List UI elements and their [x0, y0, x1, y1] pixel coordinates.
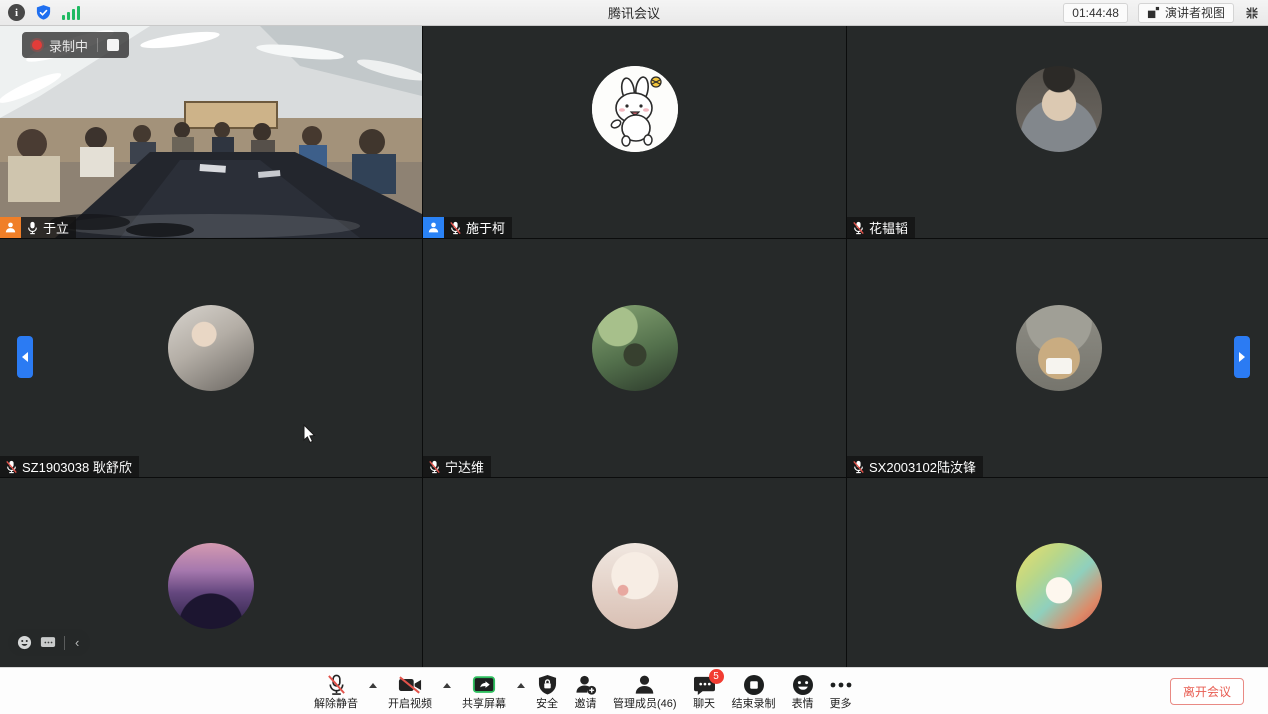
collapse-chevron-icon[interactable]: ‹: [73, 636, 81, 649]
manage-members-button[interactable]: 管理成员(46): [605, 668, 685, 714]
avatar: [168, 543, 254, 629]
emoji-quick-icon[interactable]: [17, 635, 32, 650]
chat-button[interactable]: 5 聊天: [685, 668, 724, 714]
video-tile-ningdawei[interactable]: 宁达维: [423, 239, 846, 477]
hand-raised-blue-icon: [423, 217, 444, 238]
video-tile-huayuntao[interactable]: 花韫韬: [847, 26, 1268, 238]
avatar: [1016, 305, 1102, 391]
camera-off-icon: [398, 674, 422, 697]
recording-status-text: 录制中: [49, 36, 88, 55]
mic-muted-icon: [5, 460, 18, 474]
avatar: [592, 543, 678, 629]
mic-options-caret[interactable]: [366, 668, 380, 714]
more-button[interactable]: 更多: [822, 668, 860, 714]
avatar: [1016, 543, 1102, 629]
record-dot-icon: [32, 40, 42, 50]
unmute-button[interactable]: 解除静音: [306, 668, 366, 714]
network-signal-icon[interactable]: [62, 5, 80, 20]
more-dots-icon: [830, 674, 852, 697]
speaker-view-button[interactable]: 演讲者视图: [1138, 3, 1234, 23]
mic-muted-icon: [852, 221, 865, 235]
divider: [64, 636, 65, 650]
video-tile-yuli[interactable]: 录制中 于立: [0, 26, 422, 238]
share-options-caret[interactable]: [514, 668, 528, 714]
participant-label: 宁达维: [423, 456, 491, 477]
reactions-button[interactable]: 表情: [784, 668, 822, 714]
participant-name: 施于柯: [466, 218, 505, 237]
participant-label: SZ1903038 耿舒欣: [0, 456, 139, 477]
participant-name: 宁达维: [445, 457, 484, 476]
layout-icon: [1147, 6, 1160, 19]
mic-on-icon: [26, 221, 39, 235]
video-tile-shiyuke[interactable]: 施于柯: [423, 26, 846, 238]
mic-muted-icon: [852, 460, 865, 474]
recording-indicator: 录制中: [22, 32, 129, 58]
prev-page-button[interactable]: [17, 336, 33, 378]
video-grid: 录制中 于立: [0, 26, 1268, 714]
arrow-left-icon: [22, 352, 28, 362]
chat-bubble-icon: 5: [693, 674, 716, 697]
exit-fullscreen-icon[interactable]: [1244, 5, 1260, 21]
info-icon[interactable]: i: [8, 4, 25, 21]
meeting-timer: 01:44:48: [1063, 3, 1128, 23]
avatar: [592, 305, 678, 391]
end-recording-button[interactable]: 结束录制: [724, 668, 784, 714]
avatar: [168, 305, 254, 391]
share-screen-button[interactable]: 共享屏幕: [454, 668, 514, 714]
participant-label: 花韫韬: [847, 217, 915, 238]
caption-icon[interactable]: [40, 636, 56, 649]
security-shield-icon: [538, 674, 557, 697]
mic-muted-icon: [326, 674, 347, 697]
bottom-toolbar: 解除静音 开启视频 共享屏幕 安全: [0, 667, 1268, 714]
video-tile-lurufeng[interactable]: SX2003102陆汝锋: [847, 239, 1268, 477]
security-button[interactable]: 安全: [528, 668, 566, 714]
participant-label: 于立: [0, 217, 76, 238]
participant-name: SZ1903038 耿舒欣: [22, 457, 132, 476]
avatar: [1016, 66, 1102, 152]
participant-name: 于立: [43, 218, 69, 237]
avatar: [592, 66, 678, 152]
participant-name: 花韫韬: [869, 218, 908, 237]
video-options-caret[interactable]: [440, 668, 454, 714]
invite-button[interactable]: 邀请: [566, 668, 605, 714]
reactions-quickbar[interactable]: ‹: [8, 629, 90, 656]
participant-label: SX2003102陆汝锋: [847, 456, 983, 477]
members-icon: [634, 674, 655, 697]
protection-shield-icon[interactable]: [35, 4, 52, 21]
stop-recording-icon[interactable]: [107, 39, 119, 51]
arrow-right-icon: [1239, 352, 1245, 362]
leave-meeting-button[interactable]: 离开会议: [1170, 678, 1244, 705]
next-page-button[interactable]: [1234, 336, 1250, 378]
titlebar: 腾讯会议 i 01:44:48 演讲者视图: [0, 0, 1268, 26]
stop-record-icon: [743, 674, 765, 697]
start-video-button[interactable]: 开启视频: [380, 668, 440, 714]
tencent-meeting-window: 腾讯会议 i 01:44:48 演讲者视图: [0, 0, 1268, 714]
participant-label: 施于柯: [423, 217, 512, 238]
emoji-smile-icon: [792, 674, 814, 697]
chat-unread-badge: 5: [709, 669, 724, 684]
screen-share-icon: [472, 674, 496, 697]
mic-muted-icon: [428, 460, 441, 474]
participant-name: SX2003102陆汝锋: [869, 457, 976, 476]
hand-raised-orange-icon: [0, 217, 21, 238]
invite-person-icon: [574, 674, 597, 697]
video-tile-gengshuxin[interactable]: SZ1903038 耿舒欣: [0, 239, 422, 477]
mic-muted-icon: [449, 221, 462, 235]
divider: [97, 38, 98, 52]
